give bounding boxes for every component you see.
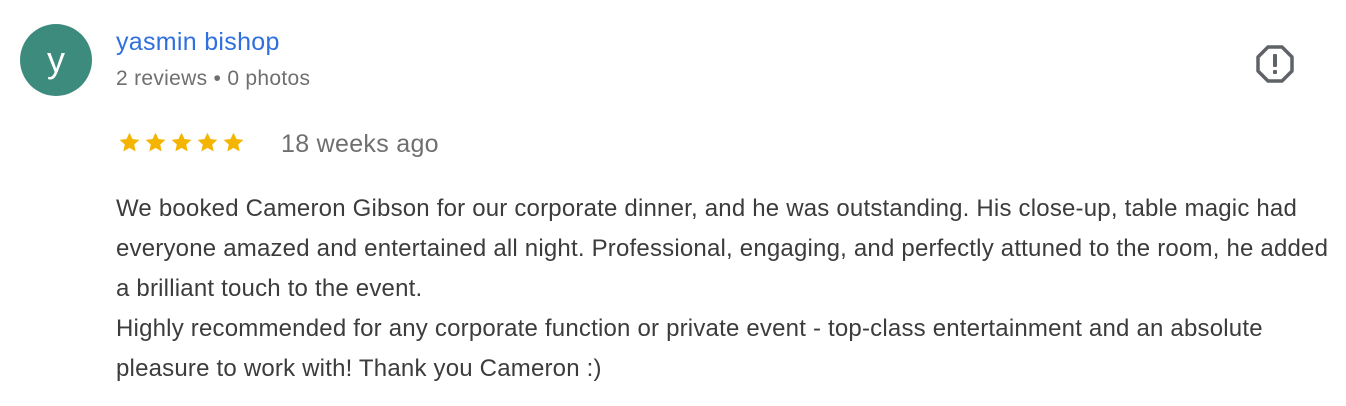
review-paragraph: We booked Cameron Gibson for our corpora… [116, 195, 1329, 302]
star-icon [197, 132, 218, 152]
review-text: We booked Cameron Gibson for our corpora… [116, 189, 1331, 389]
reviewer-meta: 2 reviews • 0 photos [116, 67, 311, 90]
star-icon [223, 132, 244, 152]
star-rating [118, 131, 245, 159]
reviewer-name-link[interactable]: yasmin bishop [116, 28, 280, 57]
star-icon [171, 132, 192, 152]
star-icon [119, 132, 140, 152]
review-paragraph: Highly recommended for any corporate fun… [116, 315, 1263, 382]
star-icon [145, 132, 166, 152]
review-date: 18 weeks ago [281, 130, 439, 158]
report-icon[interactable] [1255, 44, 1295, 84]
reviewer-avatar[interactable]: y [20, 24, 92, 96]
